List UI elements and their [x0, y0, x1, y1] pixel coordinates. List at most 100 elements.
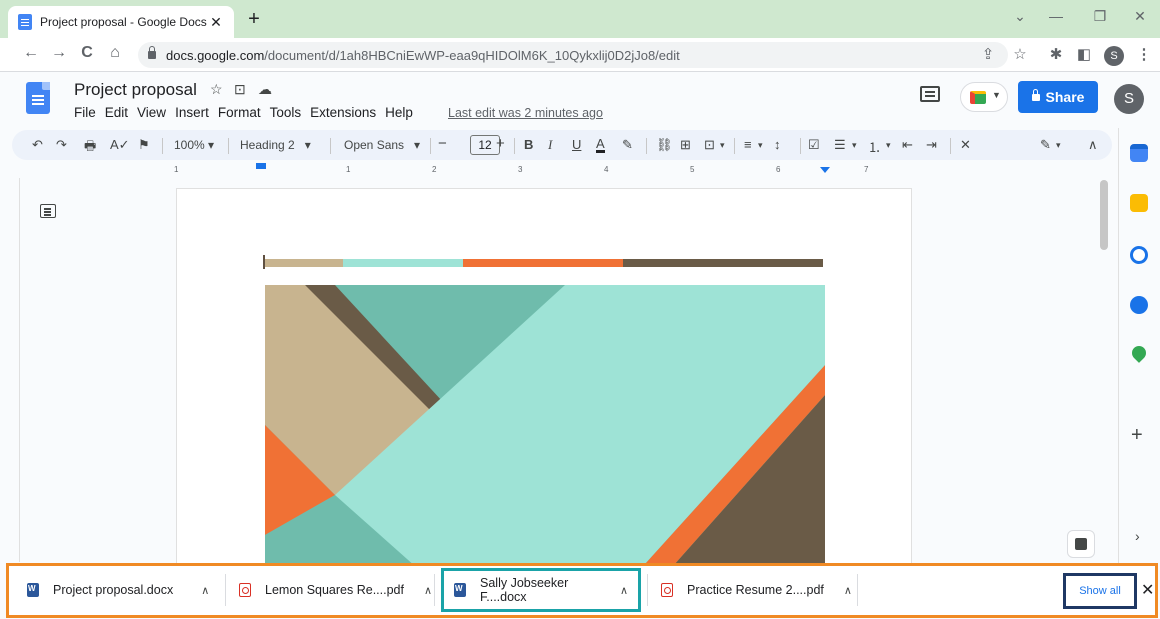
align-icon[interactable]: ≡	[744, 137, 752, 152]
tab-search-icon[interactable]: ⌄	[1010, 8, 1030, 25]
insert-image-icon[interactable]: ⊡	[704, 137, 715, 153]
share-button[interactable]: Share	[1018, 81, 1098, 113]
vertical-ruler[interactable]	[8, 178, 20, 562]
share-page-icon[interactable]: ⇪	[978, 45, 998, 63]
star-icon[interactable]: ☆	[210, 81, 223, 98]
download-options-chevron[interactable]: ∧	[201, 584, 209, 597]
increase-indent-icon[interactable]: ⇥	[926, 137, 937, 153]
user-avatar[interactable]: S	[1114, 84, 1144, 114]
download-options-chevron[interactable]: ∧	[620, 584, 628, 597]
editing-mode-icon[interactable]: ✎	[1040, 137, 1051, 153]
style-select[interactable]: Heading 2 ▾	[240, 138, 311, 152]
menu-help[interactable]: Help	[385, 105, 413, 120]
lock-icon	[1031, 88, 1040, 101]
decrease-indent-icon[interactable]: ⇤	[902, 137, 913, 153]
cloud-status-icon[interactable]: ☁	[258, 81, 272, 98]
download-options-chevron[interactable]: ∧	[844, 584, 852, 597]
browser-menu-icon[interactable]: ⋮	[1134, 45, 1154, 63]
last-edit-link[interactable]: Last edit was 2 minutes ago	[448, 106, 603, 120]
restore-button[interactable]: ❐	[1090, 8, 1110, 25]
keep-icon[interactable]	[1130, 194, 1148, 212]
meet-button[interactable]: ▼	[960, 82, 1008, 112]
bulleted-list-icon[interactable]: ☰	[834, 137, 846, 153]
italic-button[interactable]: I	[548, 137, 552, 153]
bookmark-star-icon[interactable]: ☆	[1010, 45, 1030, 63]
underline-button[interactable]: U	[572, 137, 581, 152]
show-all-button[interactable]: Show all	[1063, 573, 1137, 609]
explore-button[interactable]	[1067, 530, 1095, 558]
minimize-button[interactable]: —	[1046, 8, 1066, 24]
close-window-button[interactable]: ✕	[1130, 8, 1150, 25]
chevron-down-icon[interactable]: ▾	[720, 140, 725, 151]
highlight-icon[interactable]: ✎	[622, 137, 633, 153]
document-title[interactable]: Project proposal	[74, 80, 197, 100]
text-color-button[interactable]: A	[596, 137, 605, 153]
horizontal-ruler[interactable]: 1 1 2 3 4 5 6 7	[170, 161, 930, 174]
download-divider	[647, 574, 648, 606]
menu-tools[interactable]: Tools	[270, 105, 302, 120]
add-on-plus-icon[interactable]: +	[1131, 424, 1143, 447]
download-item-highlighted[interactable]: Sally Jobseeker F....docx ∧	[441, 568, 641, 612]
maps-icon[interactable]	[1129, 343, 1149, 363]
cover-image[interactable]	[265, 285, 825, 568]
browser-profile-avatar[interactable]: S	[1104, 46, 1124, 66]
new-tab-button[interactable]: +	[244, 8, 264, 31]
increase-font-size-button[interactable]: +	[496, 135, 505, 152]
add-comment-icon[interactable]: ⊞	[680, 137, 691, 153]
contacts-icon[interactable]	[1130, 296, 1148, 314]
insert-link-icon[interactable]: ⛓	[656, 137, 673, 153]
bold-button[interactable]: B	[524, 137, 533, 152]
menu-file[interactable]: File	[74, 105, 96, 120]
expand-side-panel-icon[interactable]: ›	[1135, 528, 1140, 544]
checklist-icon[interactable]: ☑	[808, 137, 820, 153]
move-folder-icon[interactable]: ⊡	[234, 81, 246, 98]
print-icon[interactable]: 🖶	[84, 137, 96, 159]
line-spacing-icon[interactable]: ↕	[774, 137, 781, 152]
download-item[interactable]: Practice Resume 2....pdf ∧	[661, 570, 852, 610]
url-text: docs.google.com/document/d/1ah8HBCniEwWP…	[166, 48, 680, 63]
omnibox[interactable]: docs.google.com/document/d/1ah8HBCniEwWP…	[138, 42, 1008, 68]
font-value: Open Sans	[344, 138, 405, 152]
reload-button[interactable]: C	[76, 44, 98, 62]
clear-formatting-icon[interactable]: ✕	[960, 137, 971, 153]
decrease-font-size-button[interactable]: −	[438, 135, 447, 152]
chevron-down-icon[interactable]: ▾	[758, 140, 763, 151]
side-panel-icon[interactable]: ◧	[1074, 45, 1094, 63]
menu-view[interactable]: View	[137, 105, 166, 120]
back-button[interactable]: ←	[20, 44, 42, 62]
chevron-down-icon[interactable]: ▾	[1056, 140, 1061, 151]
paint-format-icon[interactable]: ⚑	[138, 137, 150, 153]
forward-button[interactable]: →	[48, 44, 70, 62]
redo-icon[interactable]: ↷	[56, 137, 67, 153]
close-downloads-icon[interactable]: ✕	[1141, 580, 1154, 600]
document-outline-icon[interactable]	[40, 204, 56, 218]
calendar-icon[interactable]	[1130, 144, 1148, 162]
download-options-chevron[interactable]: ∧	[424, 584, 432, 597]
zoom-select[interactable]: 100% ▾	[174, 138, 214, 152]
download-item[interactable]: Project proposal.docx ∧	[27, 570, 209, 610]
menu-extensions[interactable]: Extensions	[310, 105, 376, 120]
undo-icon[interactable]: ↶	[32, 137, 43, 153]
download-item[interactable]: Lemon Squares Re....pdf ∧	[239, 570, 432, 610]
extensions-icon[interactable]: ✱	[1046, 45, 1066, 63]
vertical-scrollbar[interactable]	[1100, 180, 1108, 250]
right-indent-marker[interactable]	[820, 167, 830, 173]
left-indent-marker[interactable]	[256, 163, 266, 169]
menu-format[interactable]: Format	[218, 105, 261, 120]
docs-logo-icon[interactable]	[26, 82, 50, 114]
chevron-down-icon[interactable]: ▾	[886, 140, 891, 151]
tasks-icon[interactable]	[1130, 246, 1148, 264]
hide-menus-icon[interactable]: ∧	[1088, 137, 1098, 153]
menu-edit[interactable]: Edit	[105, 105, 128, 120]
comment-history-icon[interactable]	[920, 86, 940, 102]
spellcheck-icon[interactable]: A✓	[110, 137, 130, 153]
document-page[interactable]	[176, 188, 912, 568]
chevron-down-icon[interactable]: ▾	[852, 140, 857, 151]
home-button[interactable]: ⌂	[104, 44, 126, 62]
ruler-tick: 4	[604, 165, 609, 174]
tab-close-icon[interactable]: ✕	[208, 14, 224, 31]
browser-tab[interactable]: Project proposal - Google Docs ✕	[8, 6, 234, 38]
font-select[interactable]: Open Sans ▾	[344, 138, 420, 152]
numbered-list-icon[interactable]: ⒈	[868, 137, 881, 156]
menu-insert[interactable]: Insert	[175, 105, 209, 120]
